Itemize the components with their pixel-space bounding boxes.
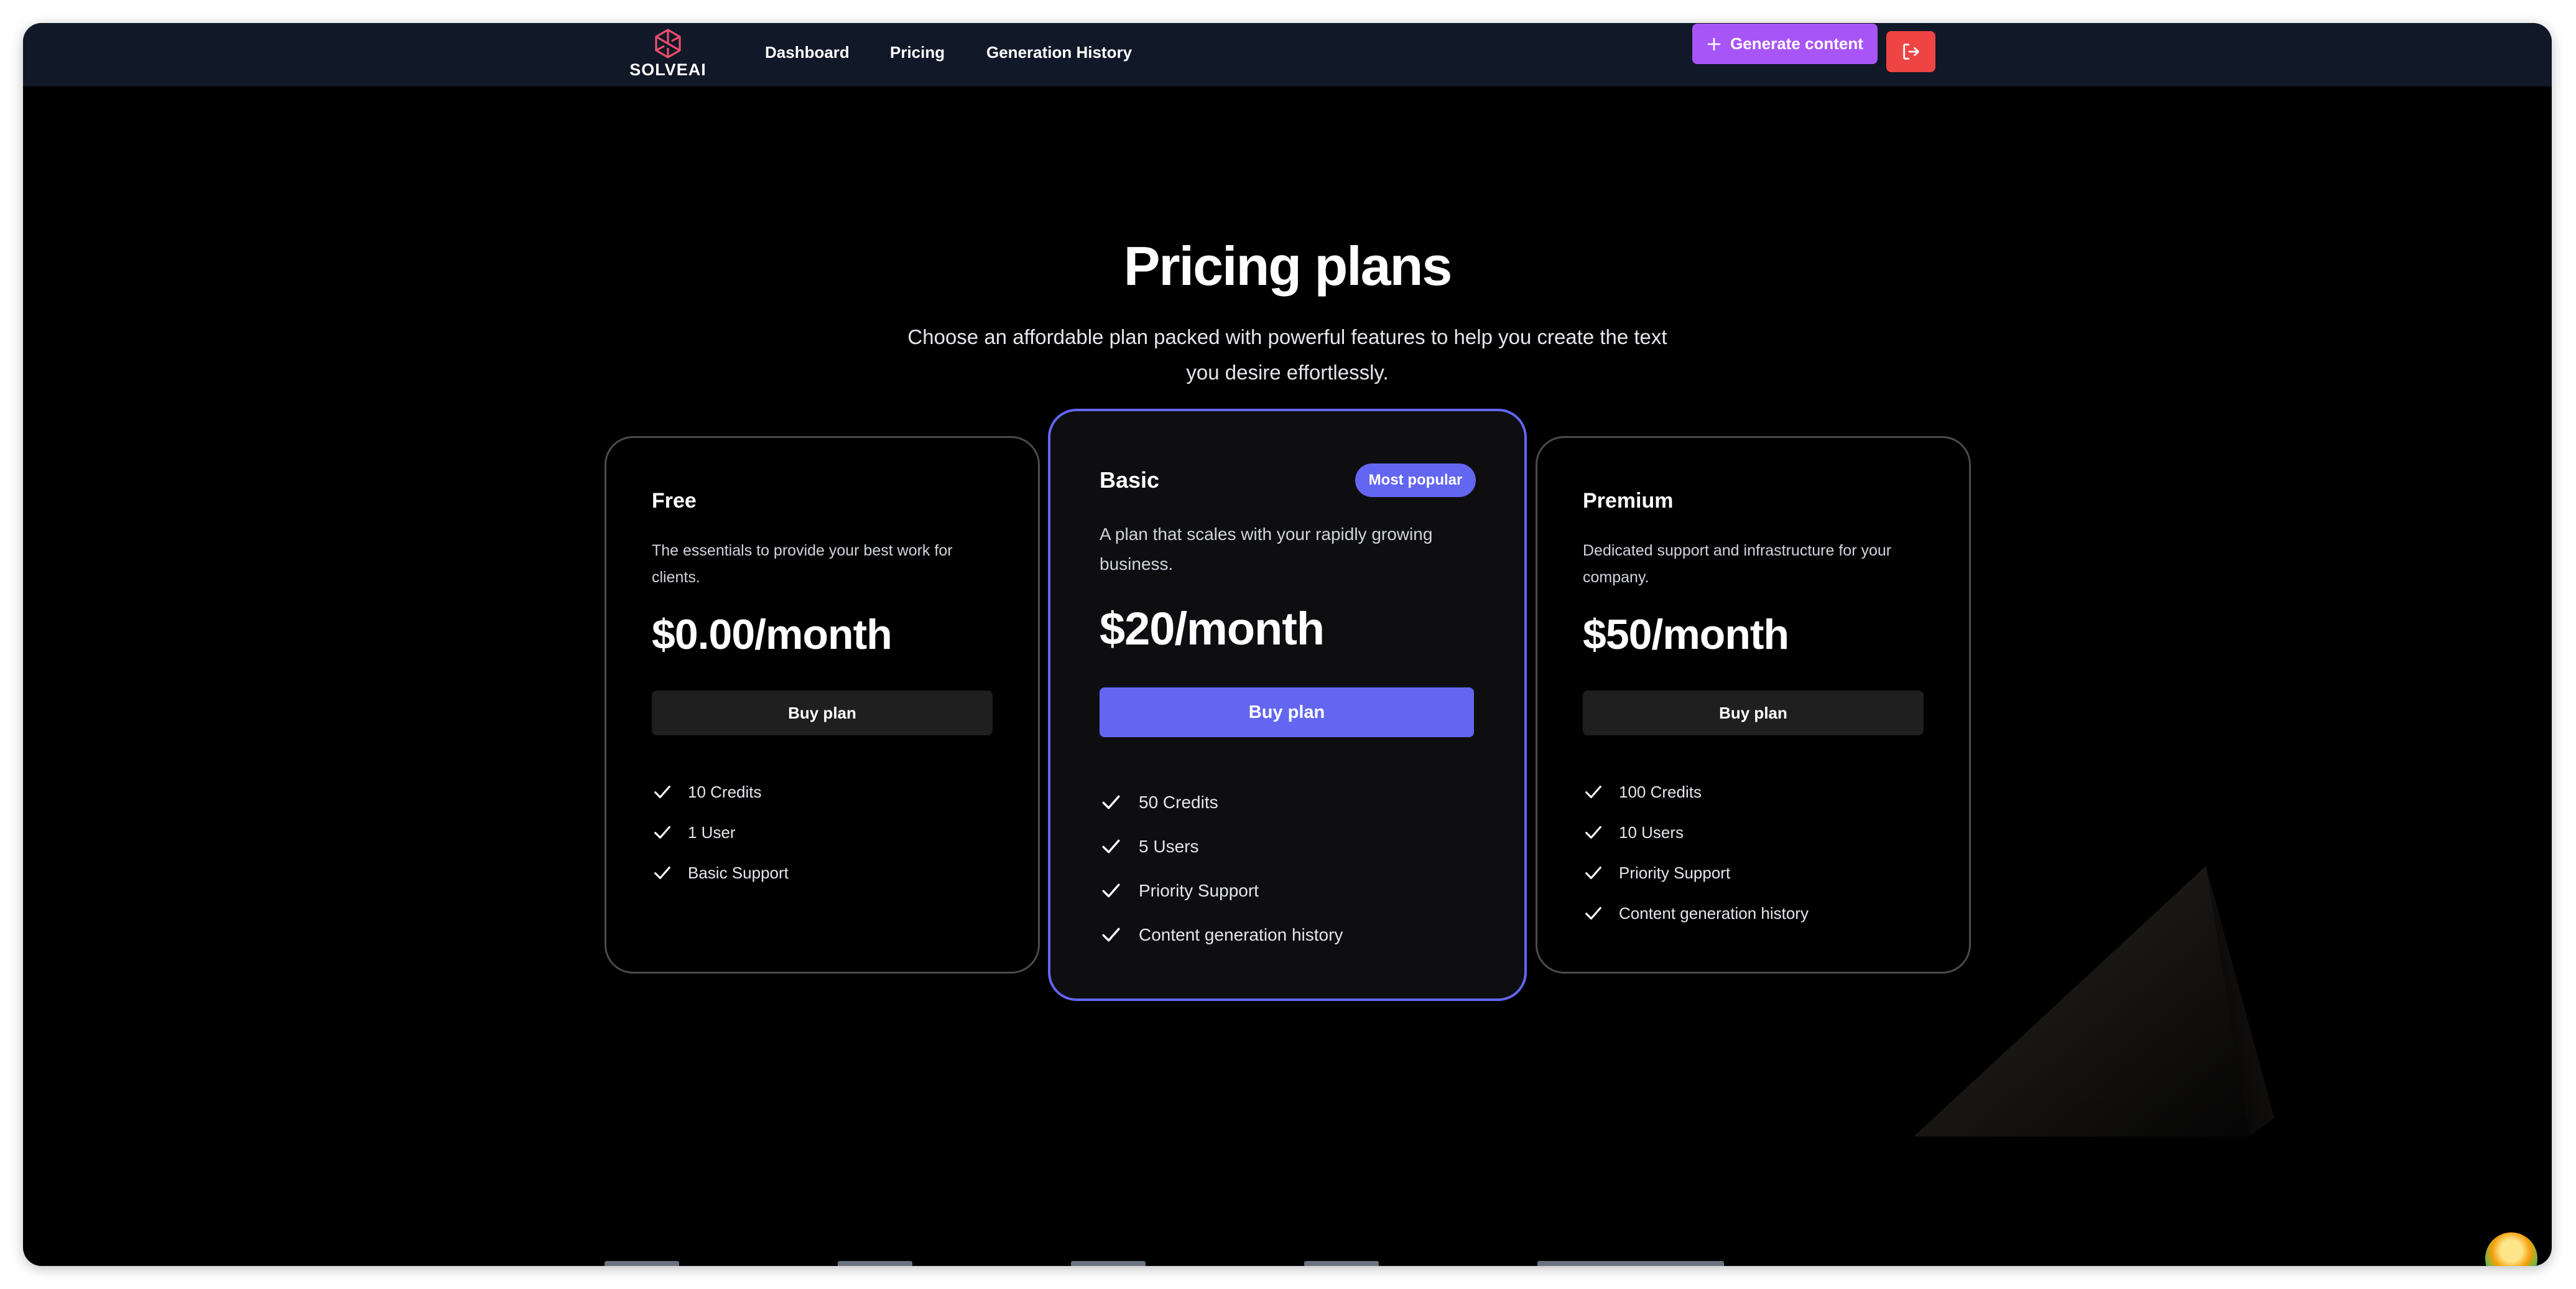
check-icon — [1585, 826, 1601, 839]
feature-item: 5 Users — [1100, 835, 1198, 858]
plan-price: $0.00/month — [652, 611, 892, 658]
app-window: SOLVEAI Dashboard Pricing Generation His… — [23, 23, 2552, 1266]
footer-link[interactable] — [1537, 1261, 1724, 1266]
check-icon — [1585, 866, 1601, 880]
feature-label: Content generation history — [1619, 903, 1809, 923]
plan-price: $20/month — [1100, 603, 1325, 654]
logout-icon — [1902, 44, 1919, 60]
check-icon — [1102, 883, 1120, 898]
logo[interactable]: SOLVEAI — [628, 28, 708, 84]
top-navbar: SOLVEAI Dashboard Pricing Generation His… — [23, 23, 2552, 86]
feature-item: Basic Support — [652, 862, 789, 883]
plan-description: The essentials to provide your best work… — [652, 542, 953, 586]
feature-label: 50 Credits — [1139, 792, 1218, 812]
feature-item: Content generation history — [1100, 923, 1343, 946]
feature-item: 1 User — [652, 822, 736, 843]
plan-description: Dedicated support and infrastructure for… — [1583, 542, 1892, 586]
footer-link[interactable] — [1304, 1261, 1379, 1266]
generate-content-label: Generate content — [1730, 34, 1863, 53]
feature-label: Content generation history — [1139, 924, 1343, 944]
feature-label: 5 Users — [1139, 836, 1199, 856]
check-icon — [654, 785, 670, 799]
check-icon — [654, 866, 670, 880]
feature-item: 10 Credits — [652, 781, 762, 803]
feature-item: Priority Support — [1100, 879, 1259, 902]
feature-label: 10 Users — [1619, 822, 1684, 842]
avatar[interactable] — [2485, 1232, 2537, 1266]
buy-plan-button-premium[interactable]: Buy plan — [1583, 691, 1924, 735]
logo-icon — [655, 29, 681, 58]
check-icon — [1102, 928, 1120, 942]
plan-card-free: Free The essentials to provide your best… — [605, 436, 1040, 974]
logout-button[interactable] — [1886, 31, 1935, 72]
feature-label: Priority Support — [1619, 863, 1731, 882]
pyramid-decoration — [1914, 866, 2274, 1137]
plus-icon — [1707, 37, 1721, 50]
feature-item: 100 Credits — [1583, 781, 1702, 803]
feature-item: Content generation history — [1583, 903, 1809, 924]
generate-content-button[interactable]: Generate content — [1692, 24, 1878, 64]
feature-label: 10 Credits — [688, 782, 762, 801]
check-icon — [654, 826, 670, 839]
plan-price: $50/month — [1583, 611, 1789, 658]
page-subtitle: Choose an affordable plan packed with po… — [907, 325, 1667, 384]
footer-link[interactable] — [1071, 1261, 1146, 1266]
page-title: Pricing plans — [1123, 235, 1453, 297]
feature-label: Basic Support — [688, 863, 789, 882]
plan-name: Basic — [1100, 467, 1160, 493]
check-icon — [1585, 785, 1601, 799]
nav-pricing[interactable]: Pricing — [890, 43, 945, 62]
check-icon — [1102, 795, 1120, 809]
logo-text: SOLVEAI — [629, 60, 707, 79]
nav-generation-history[interactable]: Generation History — [986, 43, 1132, 62]
feature-label: Priority Support — [1139, 880, 1259, 900]
feature-item: 50 Credits — [1100, 791, 1218, 814]
plan-card-basic: Basic Most popular A plan that scales wi… — [1048, 409, 1527, 1001]
feature-item: 10 Users — [1583, 822, 1684, 843]
feature-item: Priority Support — [1583, 862, 1730, 883]
nav-dashboard[interactable]: Dashboard — [765, 43, 850, 62]
most-popular-badge: Most popular — [1355, 463, 1476, 497]
footer-link[interactable] — [605, 1261, 679, 1266]
check-icon — [1585, 906, 1601, 920]
buy-plan-button-basic[interactable]: Buy plan — [1100, 687, 1474, 737]
plan-description: A plan that scales with your rapidly gro… — [1100, 524, 1433, 574]
feature-label: 100 Credits — [1619, 782, 1702, 801]
feature-label: 1 User — [688, 822, 736, 842]
buy-plan-button-free[interactable]: Buy plan — [652, 691, 993, 735]
plan-name: Free — [652, 489, 697, 513]
footer-link[interactable] — [838, 1261, 912, 1266]
plan-name: Premium — [1583, 489, 1674, 513]
check-icon — [1102, 839, 1120, 854]
